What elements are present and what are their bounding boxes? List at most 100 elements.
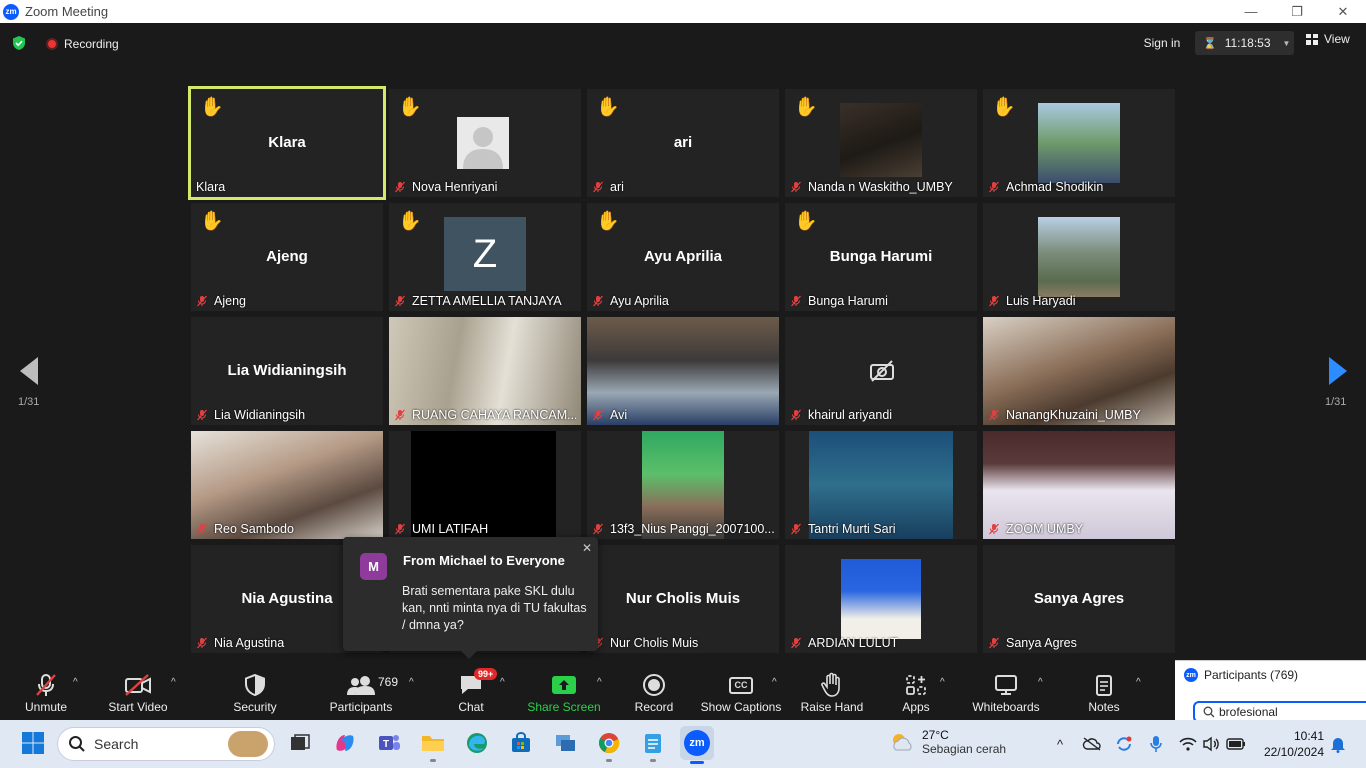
participant-tile-bunga-harumi[interactable]: Bunga Harumi ✋ Bunga Harumi — [785, 203, 977, 311]
microphone-muted-icon — [395, 295, 405, 307]
whiteboards-options-chevron-icon[interactable]: ^ — [1038, 677, 1043, 688]
share-screen-label: Share Screen — [527, 700, 601, 714]
security-button[interactable]: Security — [230, 660, 280, 720]
microphone-muted-icon — [791, 295, 801, 307]
unmute-button[interactable]: Unmute — [22, 660, 70, 720]
participant-tile-zetta-amellia-tanjaya[interactable]: Z ✋ ZETTA AMELLIA TANJAYA — [389, 203, 581, 311]
participant-tile-achmad-shodikin[interactable]: ✋ Achmad Shodikin — [983, 89, 1175, 197]
participant-name-label: Ajeng — [196, 294, 378, 308]
participant-tile-nova-henriyani[interactable]: ✋ Nova Henriyani — [389, 89, 581, 197]
share-screen-button[interactable]: Share Screen — [527, 660, 601, 720]
recording-dot-icon — [46, 38, 58, 50]
participant-tile-nanda-n-waskitho-umby[interactable]: ✋ Nanda n Waskitho_UMBY — [785, 89, 977, 197]
close-icon[interactable]: ✕ — [582, 541, 592, 555]
participant-tile-ayu-aprilia[interactable]: Ayu Aprilia ✋ Ayu Aprilia — [587, 203, 779, 311]
task-view-button[interactable] — [285, 728, 315, 758]
windows-start-button[interactable] — [18, 728, 48, 758]
minimize-button[interactable]: — — [1228, 0, 1274, 23]
remote-desktop-app[interactable] — [550, 728, 580, 758]
participant-display-name: ari — [673, 134, 693, 151]
chat-notification[interactable]: M From Michael to Everyone Brati sementa… — [343, 537, 598, 659]
microphone-muted-icon — [989, 637, 999, 649]
microphone-muted-icon — [791, 523, 801, 535]
meeting-timer[interactable]: ⌛ 11:18:53 ▼ — [1195, 31, 1294, 55]
onedrive-cloud-icon[interactable] — [1082, 734, 1102, 754]
notes-options-chevron-icon[interactable]: ^ — [1136, 677, 1141, 688]
participant-tile-nanangkhuzaini-umby[interactable]: NanangKhuzaini_UMBY — [983, 317, 1175, 425]
microphone-muted-icon — [593, 295, 603, 307]
record-button[interactable]: Record — [632, 660, 676, 720]
maximize-button[interactable]: ❐ — [1274, 0, 1320, 23]
participant-tile-umi-latifah[interactable]: UMI LATIFAH — [389, 431, 581, 539]
microsoft-store-app[interactable] — [506, 728, 536, 758]
show-hidden-icons-chevron-icon[interactable]: ^ — [1050, 734, 1070, 754]
participant-tile-klara[interactable]: Klara ✋ Klara — [188, 86, 386, 200]
notification-bell-icon[interactable] — [1328, 734, 1348, 754]
view-button[interactable]: View — [1306, 32, 1350, 46]
close-window-button[interactable]: ✕ — [1320, 0, 1366, 23]
participants-options-chevron-icon[interactable]: ^ — [409, 677, 414, 688]
copilot-app[interactable] — [330, 728, 360, 758]
recording-indicator[interactable]: Recording — [46, 37, 119, 51]
participants-count: 769 — [378, 675, 399, 689]
encryption-shield-icon[interactable] — [11, 35, 27, 51]
participants-button[interactable]: Participants — [328, 660, 394, 720]
store-icon — [512, 732, 530, 752]
whiteboards-button[interactable]: Whiteboards — [970, 660, 1042, 720]
show-captions-button[interactable]: CC Show Captions — [700, 660, 782, 720]
participant-tile-khairul-ariyandi[interactable]: khairul ariyandi — [785, 317, 977, 425]
participants-panel: zm Participants (769) brofesional — [1175, 660, 1366, 723]
participant-tile-tantri-murti-sari[interactable]: Tantri Murti Sari — [785, 431, 977, 539]
participant-tile-avi[interactable]: Avi — [587, 317, 779, 425]
participant-tile-sanya-agres[interactable]: Sanya Agres Sanya Agres — [983, 545, 1175, 653]
chat-message: Brati sementara pake SKL dulu kan, nnti … — [402, 584, 587, 632]
sign-in-button[interactable]: Sign in — [1137, 32, 1187, 54]
weather-widget[interactable]: 27°C Sebagian cerah — [889, 728, 1006, 756]
system-clock[interactable]: 10:41 22/10/2024 — [1258, 728, 1324, 760]
participant-name-label: ZETTA AMELLIA TANJAYA — [394, 294, 576, 308]
next-page-arrow-icon[interactable] — [1327, 353, 1351, 389]
file-explorer-app[interactable] — [418, 728, 448, 762]
search-icon — [69, 736, 85, 752]
video-options-chevron-icon[interactable]: ^ — [171, 677, 176, 688]
raise-hand-button[interactable]: Raise Hand — [800, 660, 864, 720]
teams-icon: T — [379, 735, 400, 750]
edge-browser-app[interactable] — [462, 728, 492, 758]
apps-button[interactable]: Apps — [901, 660, 931, 720]
teams-app[interactable]: T — [374, 728, 404, 758]
chat-options-chevron-icon[interactable]: ^ — [500, 677, 505, 688]
participant-tile-lia-widianingsih[interactable]: Lia Widianingsih Lia Widianingsih — [191, 317, 383, 425]
wifi-icon[interactable] — [1178, 734, 1198, 754]
participant-name-label: Nur Cholis Muis — [592, 636, 774, 650]
participant-tile-ardian-lulut[interactable]: ARDIAN LULUT — [785, 545, 977, 653]
captions-options-chevron-icon[interactable]: ^ — [772, 677, 777, 688]
battery-icon[interactable] — [1226, 734, 1246, 754]
remote-desktop-icon — [556, 735, 575, 751]
notepad-app[interactable] — [638, 728, 668, 762]
sync-icon[interactable] — [1114, 734, 1134, 754]
taskbar-search-box[interactable]: Search — [57, 727, 275, 761]
previous-page-arrow-icon[interactable] — [16, 353, 40, 389]
participant-tile-nur-cholis-muis[interactable]: Nur Cholis Muis Nur Cholis Muis — [587, 545, 779, 653]
participant-tile-ruang-cahaya-rancam[interactable]: RUANG CAHAYA RANCAM... — [389, 317, 581, 425]
share-options-chevron-icon[interactable]: ^ — [597, 677, 602, 688]
notes-button[interactable]: Notes — [1086, 660, 1122, 720]
participant-tile-zoom-umby[interactable]: ZOOM UMBY — [983, 431, 1175, 539]
start-video-button[interactable]: Start Video — [106, 660, 170, 720]
audio-options-chevron-icon[interactable]: ^ — [73, 677, 78, 688]
microphone-muted-icon — [989, 409, 999, 421]
participant-tile-reo-sambodo[interactable]: Reo Sambodo — [191, 431, 383, 539]
participant-tile-ari[interactable]: ari ✋ ari — [587, 89, 779, 197]
microphone-icon[interactable] — [1146, 734, 1166, 754]
participant-tile-13f3-nius-panggi-2007100[interactable]: 13f3_Nius Panggi_2007100... — [587, 431, 779, 539]
participant-name: Achmad Shodikin — [1006, 180, 1104, 194]
chevron-down-icon: ▼ — [1282, 38, 1291, 48]
apps-options-chevron-icon[interactable]: ^ — [940, 677, 945, 688]
chrome-browser-app[interactable] — [594, 728, 624, 762]
zoom-app[interactable]: zm — [680, 726, 714, 764]
participant-tile-ajeng[interactable]: Ajeng ✋ Ajeng — [191, 203, 383, 311]
participant-name: Nova Henriyani — [412, 180, 498, 194]
volume-icon[interactable] — [1201, 734, 1221, 754]
participant-tile-luis-haryadi[interactable]: Luis Haryadi — [983, 203, 1175, 311]
raised-hand-icon: ✋ — [596, 97, 620, 118]
